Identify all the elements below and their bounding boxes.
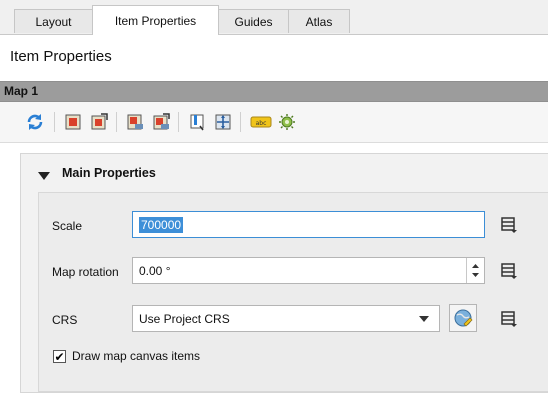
crs-label: CRS	[52, 313, 78, 327]
bookmarks-icon[interactable]	[188, 113, 206, 131]
data-defined-override-icon[interactable]	[499, 309, 517, 327]
map-rotation-value: 0.00 °	[139, 263, 171, 278]
panel-title: Item Properties	[10, 48, 112, 65]
checkmark-icon: ✔	[54, 349, 65, 364]
data-defined-override-icon[interactable]	[499, 261, 517, 279]
map-name: Map 1	[4, 84, 39, 98]
map-rotation-spinbox[interactable]: 0.00 °	[132, 257, 485, 284]
tab-label: Layout	[35, 14, 72, 29]
select-crs-button[interactable]	[449, 304, 477, 332]
tab-item-properties[interactable]: Item Properties	[92, 5, 219, 35]
draw-canvas-items-label[interactable]: Draw map canvas items	[72, 349, 200, 363]
spin-arrows-icon[interactable]	[467, 258, 484, 283]
refresh-icon[interactable]	[26, 113, 44, 131]
tab-atlas[interactable]: Atlas	[288, 9, 350, 33]
main-properties-title[interactable]: Main Properties	[62, 166, 156, 180]
toolbar-separator	[240, 112, 241, 132]
crs-combobox[interactable]: Use Project CRS	[132, 305, 440, 332]
move-content-icon[interactable]	[214, 113, 232, 131]
label-settings-icon[interactable]: abc	[250, 113, 272, 131]
set-canvas-to-map-scale-icon[interactable]	[152, 113, 170, 131]
set-to-canvas-extent-icon[interactable]	[64, 113, 82, 131]
toolbar-separator	[54, 112, 55, 132]
set-to-canvas-scale-icon[interactable]	[126, 113, 144, 131]
draw-canvas-items-checkbox[interactable]: ✔	[53, 350, 66, 363]
map-rotation-label: Map rotation	[52, 265, 119, 279]
map-header-bar	[0, 81, 548, 102]
tab-layout[interactable]: Layout	[14, 9, 93, 33]
scale-label: Scale	[52, 219, 83, 233]
tab-label: Atlas	[305, 14, 333, 29]
scale-input[interactable]: 700000	[132, 211, 485, 238]
toolbar-separator	[178, 112, 179, 132]
svg-text:abc: abc	[256, 120, 267, 127]
scale-value: 700000	[139, 216, 184, 233]
tab-guides[interactable]: Guides	[218, 9, 289, 33]
crs-value: Use Project CRS	[139, 311, 230, 326]
tab-label: Item Properties	[114, 13, 197, 28]
temporal-settings-icon[interactable]	[278, 113, 296, 131]
tab-label: Guides	[234, 14, 273, 29]
chevron-down-icon[interactable]	[419, 316, 429, 322]
spin-buttons[interactable]	[466, 258, 484, 283]
item-toolbar	[0, 102, 548, 143]
globe-crs-icon	[454, 309, 473, 327]
data-defined-override-icon[interactable]	[499, 215, 517, 233]
toolbar-separator	[116, 112, 117, 132]
collapse-triangle-icon[interactable]	[38, 172, 50, 180]
view-extent-in-canvas-icon[interactable]	[90, 113, 108, 131]
